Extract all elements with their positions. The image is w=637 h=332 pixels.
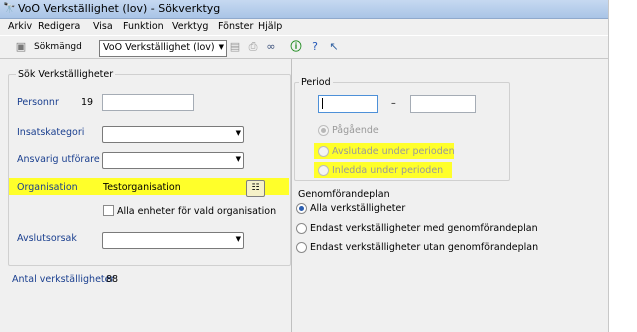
chevron-down-icon: ▼ [235,235,241,243]
personnr-label: Personnr [17,97,59,108]
context-help-icon[interactable]: ↖ [327,40,341,54]
info-icon[interactable]: ⓘ [289,40,303,54]
insatskategori-label: Insatskategori [17,127,85,138]
personnr-prefix: 19 [81,97,94,108]
app-binoculars-icon: 🔭 [3,3,16,14]
org-tree-icon: ☷ [251,183,260,193]
menu-redigera[interactable]: Redigera [38,21,80,32]
search-set-value: VoO Verkställighet (lov) [103,42,215,53]
menu-arkiv[interactable]: Arkiv [8,21,32,32]
period-started-radio[interactable] [318,165,329,176]
period-ongoing-label: Pågående [332,125,379,136]
menu-bar: Arkiv Redigera Visa Funktion Verktyg Fön… [0,19,608,35]
plan-title: Genomförandeplan [298,189,390,200]
ansvarig-utforare-label: Ansvarig utförare [17,154,100,165]
menu-funktion[interactable]: Funktion [123,21,164,32]
period-ended-radio[interactable] [318,146,329,157]
plan-with-radio[interactable] [296,223,307,234]
plan-all-radio[interactable] [296,203,307,214]
organisation-value: Testorganisation [103,182,181,193]
personnr-input[interactable] [102,94,194,111]
plan-all-label: Alla verkställigheter [310,203,406,214]
insatskategori-dropdown[interactable]: ▼ [102,126,244,143]
print-preview-icon[interactable]: ▤ [228,40,242,54]
count-value: 88 [106,274,119,285]
all-units-label: Alla enheter för vald organisation [117,206,277,217]
period-ended-label: Avslutade under perioden [332,146,455,157]
menu-hjalp[interactable]: Hjälp [258,21,282,32]
search-set-label: Sökmängd [34,42,82,52]
organisation-label: Organisation [17,182,78,193]
title-bar: 🔭 VoO Verkställighet (lov) - Sökverktyg [0,0,608,19]
menu-verktyg[interactable]: Verktyg [172,21,208,32]
chevron-down-icon: ▼ [218,43,224,51]
plan-with-label: Endast verkställigheter med genomförande… [310,223,538,234]
plan-without-radio[interactable] [296,242,307,253]
save-icon[interactable]: ▣ [14,40,28,54]
period-title: Period [299,77,333,88]
period-started-label: Inledda under perioden [332,165,444,176]
all-units-checkbox[interactable] [103,205,114,216]
period-ongoing-radio[interactable] [318,125,329,136]
print-icon[interactable]: ⎙ [246,40,260,54]
plan-without-label: Endast verkställigheter utan genomförand… [310,242,539,253]
menu-visa[interactable]: Visa [93,21,113,32]
window-title: VoO Verkställighet (lov) - Sökverktyg [18,2,221,15]
search-groupbox-title: Sök Verkställigheter [16,69,116,80]
avslutsorsak-dropdown[interactable]: ▼ [102,232,244,249]
organisation-tree-button[interactable]: ☷ [246,180,265,197]
menu-fonster[interactable]: Fönster [218,21,253,32]
toolbar: ▣ Sökmängd ▤ ⎙ ∞ ⓘ ? ↖ [0,36,608,59]
search-binoculars-icon[interactable]: ∞ [264,40,278,54]
period-from-input[interactable] [318,95,378,113]
window-edge [608,0,609,332]
chevron-down-icon: ▼ [235,129,241,137]
ansvarig-utforare-dropdown[interactable]: ▼ [102,152,244,169]
search-set-dropdown[interactable]: VoO Verkställighet (lov) ▼ [99,40,227,57]
splitter [291,59,292,332]
avslutsorsak-label: Avslutsorsak [17,233,77,244]
period-dash: – [391,98,396,109]
period-to-input[interactable] [410,95,476,113]
count-label: Antal verkställigheter [12,274,115,285]
help-icon[interactable]: ? [308,40,322,54]
chevron-down-icon: ▼ [235,155,241,163]
